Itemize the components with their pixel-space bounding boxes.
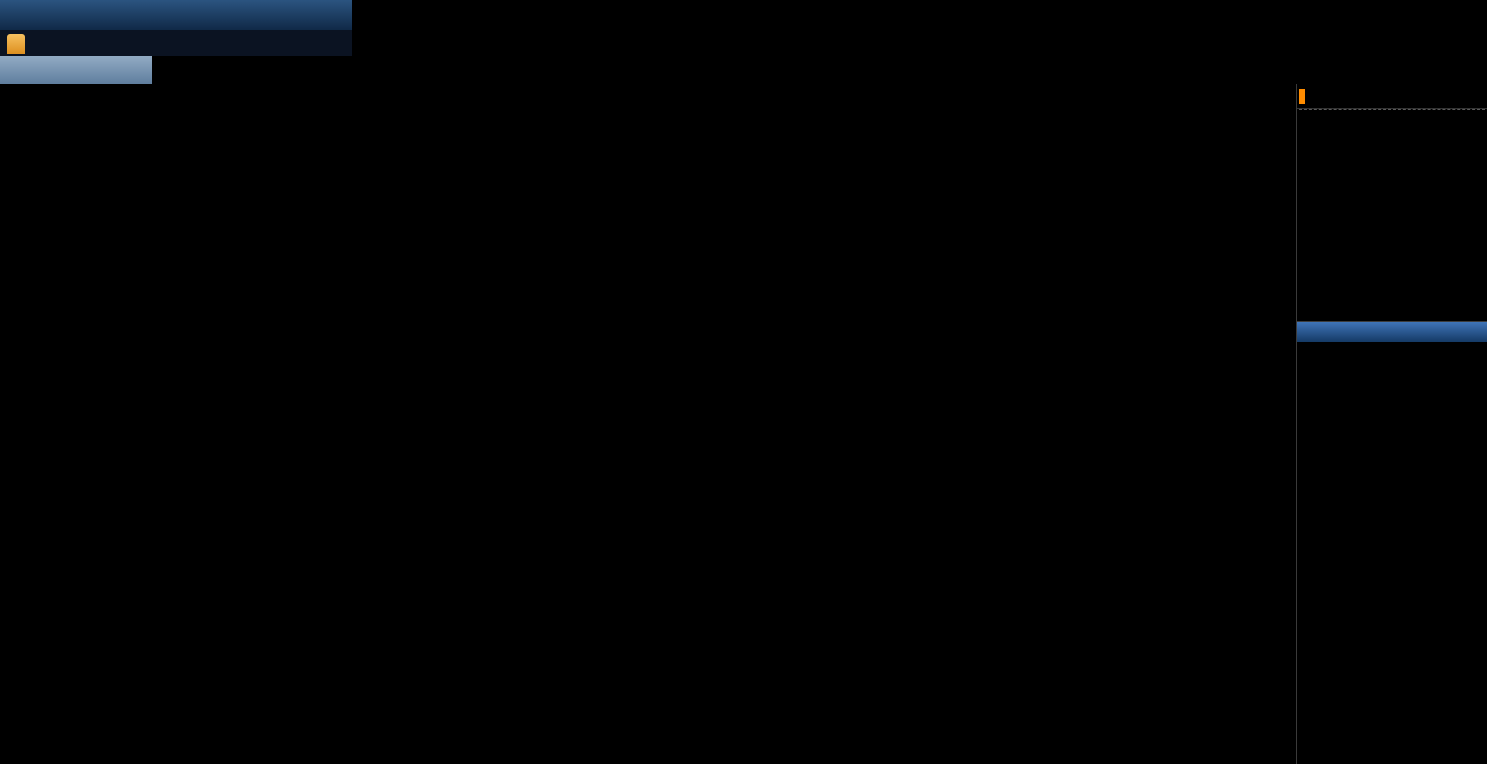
chart-canvas[interactable]	[0, 84, 1296, 746]
menu-bar	[0, 0, 352, 30]
quote-panel	[1296, 84, 1487, 764]
app-window	[0, 0, 1487, 764]
book-divider	[1299, 109, 1485, 112]
order-book	[1297, 109, 1487, 322]
recent-bar	[0, 30, 352, 56]
stock-badge-icon	[1299, 88, 1305, 104]
stock-title[interactable]	[1297, 84, 1487, 109]
tab-recent[interactable]	[7, 34, 25, 54]
tape-header[interactable]	[1297, 322, 1487, 342]
chart-area[interactable]	[0, 84, 1296, 746]
toolbar	[0, 56, 152, 84]
